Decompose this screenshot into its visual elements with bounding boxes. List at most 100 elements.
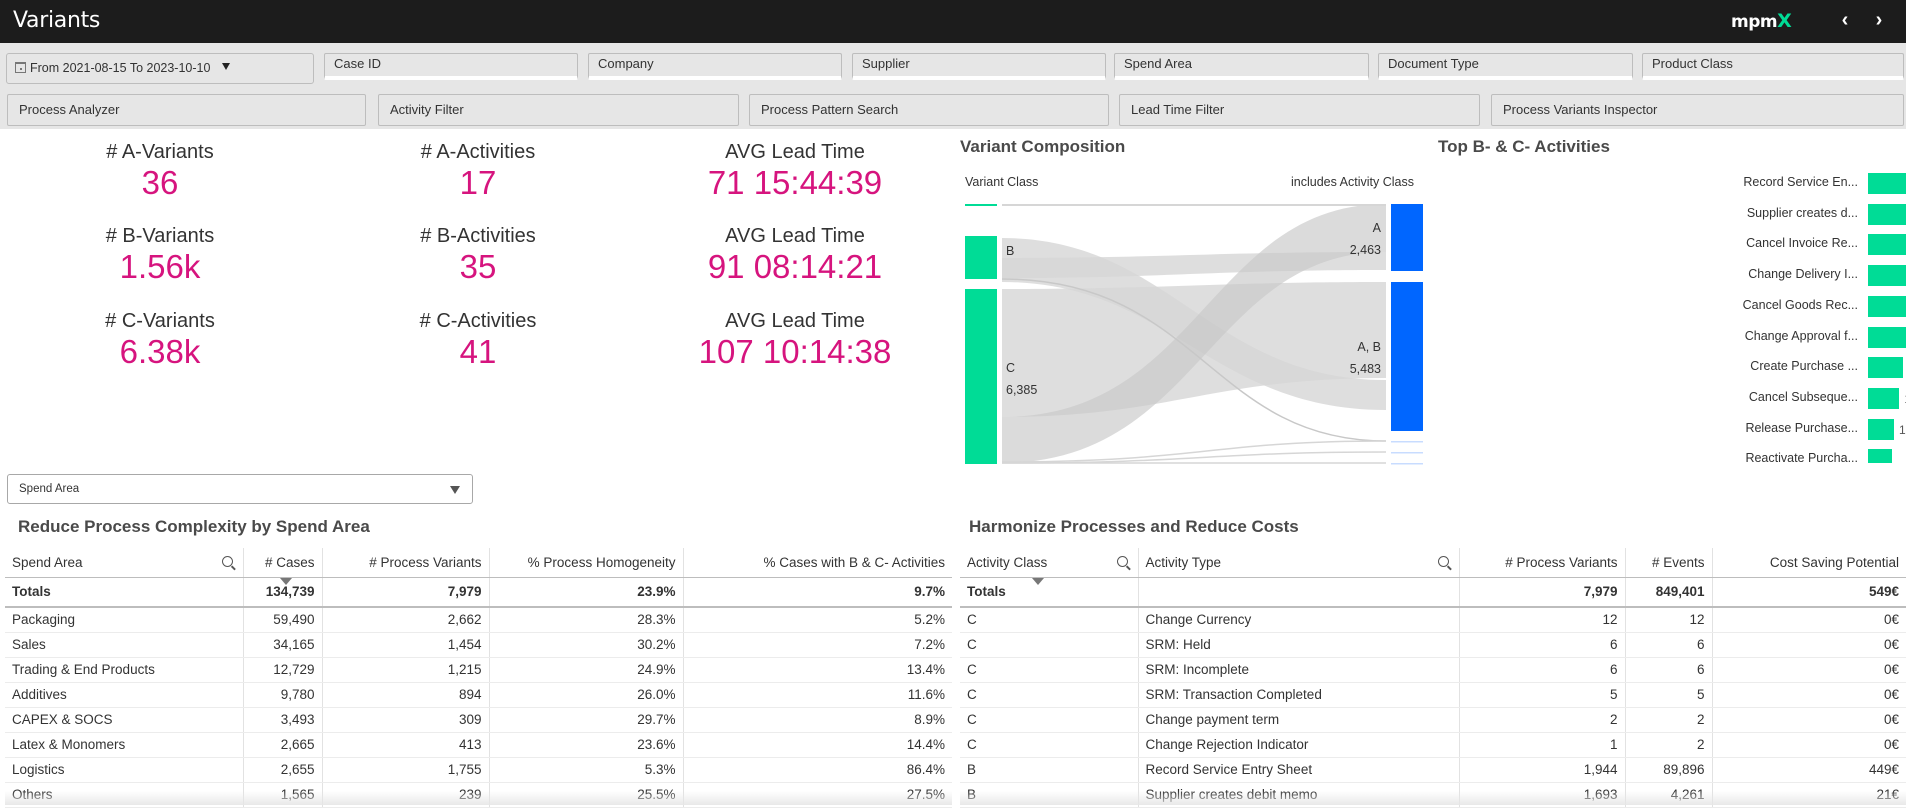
bar-value-label: 153 (1898, 422, 1906, 437)
column-header-cases[interactable]: # Cases (243, 548, 323, 585)
lead-time-filter-button[interactable]: Lead Time Filter (1119, 94, 1480, 126)
table-cell: 24.9% (489, 657, 684, 683)
filter-company[interactable]: Company (588, 53, 842, 80)
process-analyzer-button[interactable]: Process Analyzer (7, 94, 366, 126)
column-header-process-variants[interactable]: # Process Variants (322, 548, 490, 578)
filter-spend-area[interactable]: Spend Area (1114, 53, 1369, 80)
bar[interactable] (1868, 326, 1906, 348)
table-row[interactable]: Trading & End Products 12,729 1,215 24.9% 13… (5, 657, 952, 683)
kpi-a-variants[interactable]: # A-Variants 36 (60, 141, 260, 202)
table-cell: 7,979 (322, 577, 490, 608)
table-cell: 23.6% (489, 732, 684, 758)
sankey-node-b-left[interactable] (965, 236, 997, 279)
sankey-chart[interactable]: B C 6,385 A 2,463 A, B 5,483 (950, 130, 1430, 470)
table-row[interactable]: C SRM: Incomplete 6 6 0€ (960, 657, 1906, 683)
sankey-node-a-left[interactable] (965, 204, 997, 206)
kpi-b-variants[interactable]: # B-Variants 1.56k (60, 225, 260, 286)
previous-sheet-button[interactable]: ‹ (1834, 9, 1856, 33)
filter-supplier[interactable]: Supplier (852, 53, 1106, 80)
totals-row[interactable]: Totals 7,979 849,401 549€ (960, 577, 1906, 608)
sankey-node-a-right[interactable] (1391, 204, 1423, 271)
table-row[interactable]: B Record Service Entry Sheet 1,944 89,896 44… (960, 757, 1906, 783)
column-header-events[interactable]: # Events (1625, 548, 1713, 578)
search-icon[interactable] (221, 556, 233, 567)
activity-filter-button[interactable]: Activity Filter (378, 94, 739, 126)
table-row[interactable]: CAPEX & SOCS 3,493 309 29.7% 8.9% (5, 707, 952, 733)
table-cell: CAPEX & SOCS (5, 707, 244, 733)
sort-desc-icon (1032, 577, 1044, 585)
spend-area-dropdown[interactable]: Spend Area (7, 474, 473, 504)
kpi-b-activities[interactable]: # B-Activities 35 (378, 225, 578, 286)
sankey-flow-a-to-a[interactable] (1002, 204, 1386, 206)
dropdown-arrow-icon (222, 63, 231, 70)
filter-case-id[interactable]: Case ID (324, 53, 578, 80)
sankey-node-ab-right[interactable] (1391, 282, 1423, 431)
kpi-b-lead-time[interactable]: AVG Lead Time 91 08:14:21 (695, 225, 895, 286)
table-row[interactable]: Logistics 2,655 1,755 5.3% 86.4% (5, 757, 952, 783)
table-cell: 449€ (1712, 757, 1906, 783)
column-header-activity-class[interactable]: Activity Class (960, 548, 1139, 585)
sankey-node-other-1[interactable] (1391, 441, 1423, 443)
bar[interactable] (1868, 295, 1906, 317)
table-cell: 894 (322, 682, 490, 708)
table-row[interactable]: C SRM: Held 6 6 0€ (960, 632, 1906, 658)
process-variants-inspector-button[interactable]: Process Variants Inspector (1491, 94, 1904, 126)
table-cell: 849,401 (1625, 577, 1713, 608)
table-cell: B (960, 757, 1139, 783)
bar[interactable] (1868, 387, 1900, 409)
table-row[interactable]: Additives 9,780 894 26.0% 11.6% (5, 682, 952, 708)
table-cell: Totals (960, 577, 1139, 608)
table-cell: Change payment term (1138, 707, 1460, 733)
column-header-process-variants[interactable]: # Process Variants (1459, 548, 1626, 578)
table-cell: Trading & End Products (5, 657, 244, 683)
kpi-c-variants[interactable]: # C-Variants 6.38k (60, 310, 260, 371)
table-row[interactable]: C Change Rejection Indicator 1 2 0€ (960, 732, 1906, 758)
harmonize-table-title: Harmonize Processes and Reduce Costs (969, 517, 1299, 536)
date-range-filter[interactable]: From 2021-08-15 To 2023-10-10 (6, 53, 314, 84)
table-cell: 7,979 (1459, 577, 1626, 608)
column-header-cases-bc[interactable]: % Cases with B & C- Activities (683, 548, 952, 578)
sankey-node-other-2[interactable] (1391, 452, 1423, 454)
sankey-label-b: B (1006, 244, 1014, 258)
search-icon[interactable] (1116, 556, 1128, 567)
bar[interactable] (1868, 449, 1892, 463)
page-title: Variants (13, 8, 101, 33)
table-row[interactable]: Latex & Monomers 2,665 413 23.6% 14.4% (5, 732, 952, 758)
table-cell: 12,729 (243, 657, 323, 683)
table-row[interactable]: C Change payment term 2 2 0€ (960, 707, 1906, 733)
process-pattern-search-button[interactable]: Process Pattern Search (749, 94, 1109, 126)
table-cell: 12 (1459, 607, 1626, 633)
table-cell: 0€ (1712, 732, 1906, 758)
sankey-node-other-3[interactable] (1391, 463, 1423, 465)
bar[interactable] (1868, 418, 1894, 440)
kpi-c-activities[interactable]: # C-Activities 41 (378, 310, 578, 371)
bar[interactable] (1868, 173, 1906, 194)
table-row[interactable]: C Change Currency 12 12 0€ (960, 607, 1906, 633)
chevron-left-icon: ‹ (1841, 9, 1849, 31)
table-cell: 5.3% (489, 757, 684, 783)
filter-product-class[interactable]: Product Class (1642, 53, 1904, 80)
kpi-a-lead-time[interactable]: AVG Lead Time 71 15:44:39 (695, 141, 895, 202)
column-header-process-homogeneity[interactable]: % Process Homogeneity (489, 548, 684, 578)
bar[interactable] (1868, 203, 1906, 225)
table-row[interactable]: Packaging 59,490 2,662 28.3% 5.2% (5, 607, 952, 633)
kpi-c-lead-time[interactable]: AVG Lead Time 107 10:14:38 (685, 310, 905, 371)
bar[interactable] (1868, 357, 1903, 379)
column-header-spend-area[interactable]: Spend Area (5, 548, 244, 578)
table-row[interactable]: Sales 34,165 1,454 30.2% 7.2% (5, 632, 952, 658)
top-activities-bar-chart: Record Service En...1,944Supplier create… (1420, 130, 1906, 463)
column-header-cost-saving[interactable]: Cost Saving Potential (1712, 548, 1906, 578)
next-sheet-button[interactable]: › (1868, 9, 1890, 33)
bar[interactable] (1868, 234, 1906, 256)
kpi-a-activities[interactable]: # A-Activities 17 (378, 141, 578, 202)
table-cell: Change Currency (1138, 607, 1460, 633)
search-icon[interactable] (1437, 556, 1449, 567)
sankey-node-c-left[interactable] (965, 289, 997, 464)
totals-row[interactable]: Totals 134,739 7,979 23.9% 9.7% (5, 577, 952, 608)
table-row[interactable]: C SRM: Transaction Completed 5 5 0€ (960, 682, 1906, 708)
table-cell: 2 (1625, 707, 1713, 733)
bar[interactable] (1868, 265, 1906, 287)
column-header-activity-type[interactable]: Activity Type (1138, 548, 1460, 578)
filter-document-type[interactable]: Document Type (1378, 53, 1633, 80)
table-cell: SRM: Held (1138, 632, 1460, 658)
